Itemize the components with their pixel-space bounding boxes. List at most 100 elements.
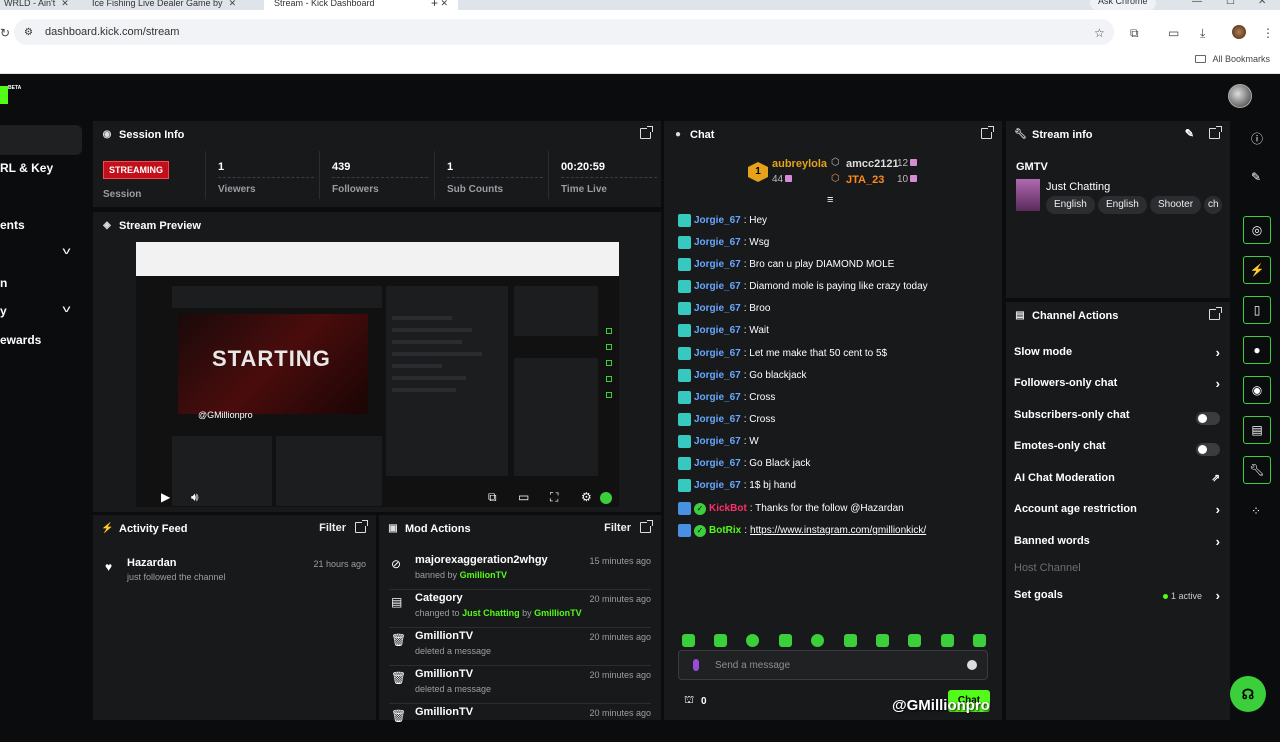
mod-sub-user[interactable]: GmillionTV: [534, 608, 582, 618]
headset-icon[interactable]: ☊: [1230, 676, 1266, 712]
popout-icon[interactable]: [981, 126, 994, 139]
chat-username[interactable]: BotRix: [709, 525, 741, 536]
expand-icon[interactable]: ≡: [827, 194, 833, 206]
chevron-down-icon[interactable]: v: [63, 246, 71, 257]
emote-icon[interactable]: [908, 634, 921, 647]
filter-button[interactable]: Filter: [604, 522, 631, 534]
emote-icon[interactable]: [714, 634, 727, 647]
chat-username[interactable]: Jorgie_67: [694, 436, 741, 447]
new-tab-button[interactable]: +: [431, 0, 438, 10]
browser-tab[interactable]: WRLD - Ain't ✕: [4, 0, 69, 10]
filter-button[interactable]: Filter: [319, 522, 346, 534]
profile-avatar[interactable]: [1232, 25, 1246, 39]
menu-icon[interactable]: ⋮: [1262, 26, 1274, 40]
chat-input[interactable]: Send a message: [678, 650, 988, 680]
chevron-down-icon[interactable]: v: [63, 304, 71, 315]
info-icon[interactable]: ⓘ: [1251, 130, 1263, 147]
url-field[interactable]: ⚙ dashboard.kick.com/stream: [14, 19, 1114, 45]
close-tab-icon[interactable]: ✕: [229, 0, 237, 9]
broadcast-icon[interactable]: ◉: [1243, 376, 1271, 404]
volume-icon[interactable]: 🔊︎: [191, 490, 199, 505]
mod-sub-user[interactable]: GmillionTV: [460, 570, 508, 580]
chat-username[interactable]: Jorgie_67: [694, 215, 741, 226]
add-widget-icon[interactable]: ⁘: [1251, 504, 1261, 518]
edit-pencil-icon[interactable]: ✎: [1185, 127, 1194, 140]
chat-username[interactable]: Jorgie_67: [694, 370, 741, 381]
emote-icon[interactable]: [941, 634, 954, 647]
mic-icon[interactable]: [693, 659, 699, 671]
emote-icon[interactable]: [811, 634, 824, 647]
chat-username[interactable]: Jorgie_67: [694, 392, 741, 403]
chat-username[interactable]: Jorgie_67: [694, 281, 741, 292]
chevron-right-icon[interactable]: ›: [1216, 588, 1220, 603]
theater-icon[interactable]: ▭: [518, 490, 529, 504]
chat-username[interactable]: Jorgie_67: [694, 348, 741, 359]
chat-username[interactable]: Jorgie_67: [694, 458, 741, 469]
popout-icon[interactable]: [1209, 307, 1222, 320]
popout-icon[interactable]: [355, 520, 368, 533]
stream-tag[interactable]: English: [1046, 196, 1095, 214]
stream-preview-video[interactable]: STARTING @GMillionpro: [136, 242, 619, 507]
download-icon[interactable]: ⤓: [1200, 26, 1205, 41]
sidebar-item-payments[interactable]: ents: [0, 218, 25, 232]
star-icon[interactable]: ☆: [1094, 26, 1105, 40]
close-tab-icon[interactable]: ✕: [441, 0, 449, 9]
stream-tag[interactable]: Shooter: [1150, 196, 1202, 214]
play-icon[interactable]: ▶: [161, 490, 170, 504]
emote-icon[interactable]: [746, 634, 759, 647]
category-thumbnail[interactable]: [1016, 179, 1040, 211]
followers-only-row[interactable]: Followers-only chat ›: [1014, 376, 1220, 397]
minimize-icon[interactable]: —: [1192, 0, 1202, 7]
chat-bubble-icon[interactable]: ●: [1243, 336, 1271, 364]
emote-icon[interactable]: [844, 634, 857, 647]
account-age-row[interactable]: Account age restriction ›: [1014, 502, 1220, 523]
settings-gear-icon[interactable]: ⚙: [581, 490, 592, 504]
close-tab-icon[interactable]: ✕: [61, 0, 69, 9]
popout-icon[interactable]: [640, 126, 653, 139]
gifter-name[interactable]: aubreylola: [772, 158, 827, 170]
mod-action-title[interactable]: GmillionTV: [415, 630, 473, 642]
chevron-right-icon[interactable]: ›: [1216, 534, 1220, 549]
target-icon[interactable]: ◎: [1243, 216, 1271, 244]
sidebar-item-selected[interactable]: [0, 125, 82, 155]
cast-icon[interactable]: ▭: [1168, 26, 1179, 40]
chat-username[interactable]: Jorgie_67: [694, 303, 741, 314]
pip-icon[interactable]: ⧉: [488, 490, 497, 505]
browser-tab-active[interactable]: Stream - Kick Dashboard ✕: [264, 0, 459, 10]
wrench-icon[interactable]: 🔧︎: [1243, 456, 1271, 484]
emote-icon[interactable]: [973, 634, 986, 647]
chat-username[interactable]: Jorgie_67: [694, 325, 741, 336]
close-window-icon[interactable]: ✕: [1258, 0, 1266, 7]
mod-action-title[interactable]: majorexaggeration2whgy: [415, 554, 548, 566]
stream-tag[interactable]: ch: [1204, 196, 1222, 214]
external-link-icon[interactable]: ⇗: [1212, 473, 1220, 484]
gifter-name[interactable]: JTA_23: [846, 174, 884, 186]
activity-username[interactable]: Hazardan: [127, 557, 177, 569]
sidebar-item-n[interactable]: n: [0, 276, 7, 290]
maximize-icon[interactable]: ☐: [1226, 0, 1235, 7]
chat-username[interactable]: Jorgie_67: [694, 237, 741, 248]
ask-chrome-button[interactable]: Ask Chrome: [1090, 0, 1156, 10]
mod-sub-category[interactable]: Just Chatting: [462, 608, 520, 618]
emoji-icon[interactable]: [967, 660, 977, 670]
mod-action-title[interactable]: GmillionTV: [415, 706, 473, 718]
chat-username[interactable]: Jorgie_67: [694, 414, 741, 425]
popout-icon[interactable]: [1209, 126, 1222, 139]
server-icon[interactable]: ▤: [1243, 416, 1271, 444]
points-icon[interactable]: ⛫: [684, 694, 694, 708]
set-goals-row[interactable]: Set goals 1 active ›: [1014, 588, 1220, 609]
sidebar-item-url-key[interactable]: RL & Key: [0, 161, 53, 175]
mod-action-title[interactable]: GmillionTV: [415, 668, 473, 680]
extensions-icon[interactable]: ⧉: [1130, 26, 1139, 41]
emote-icon[interactable]: [682, 634, 695, 647]
fullscreen-icon[interactable]: ⛶: [550, 490, 558, 505]
popout-icon[interactable]: [640, 520, 653, 533]
banned-words-row[interactable]: Banned words ›: [1014, 534, 1220, 555]
ai-moderation-row[interactable]: AI Chat Moderation ⇗: [1014, 472, 1220, 492]
chat-username[interactable]: Jorgie_67: [694, 259, 741, 270]
all-bookmarks-button[interactable]: All Bookmarks: [1195, 54, 1270, 64]
document-icon[interactable]: ▯: [1243, 296, 1271, 324]
lightning-icon[interactable]: ⚡: [1243, 256, 1271, 284]
slow-mode-row[interactable]: Slow mode ›: [1014, 345, 1220, 366]
site-info-icon[interactable]: ⚙: [24, 27, 33, 38]
